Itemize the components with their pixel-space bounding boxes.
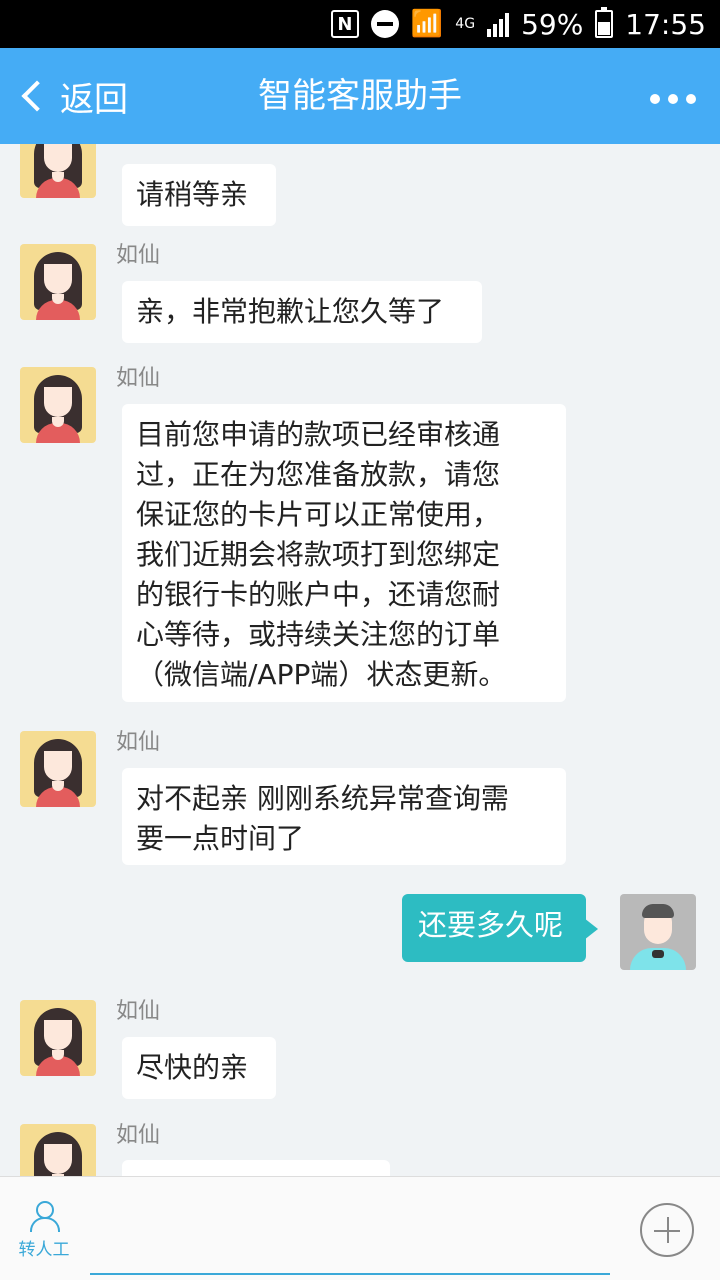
message-line: 的银行卡的账户中，还请您耐 [136,578,501,611]
input-bar: 转人工 [0,1176,720,1280]
page-title: 智能客服助手 [258,76,462,116]
user-message-bubble[interactable]: 还要多久呢 [402,894,598,962]
message-line: 心等待，或持续关注您的订单 [136,618,501,651]
agent-avatar[interactable] [20,1000,96,1076]
message-line: （微信端/APP端）状态更新。 [136,658,507,691]
status-bar: N 📶 4G 59% 17:55 [0,0,720,48]
dot-icon [686,94,696,104]
dot-icon [650,94,660,104]
message-input[interactable] [90,1273,610,1275]
more-options-button[interactable] [650,94,696,104]
sender-name: 如仙 [116,999,161,1024]
agent-avatar[interactable] [20,244,96,320]
plus-icon[interactable] [640,1203,694,1257]
agent-avatar[interactable] [20,144,96,198]
signal-icon [487,11,510,37]
message-bubble[interactable]: 请稍等亲 [122,164,276,226]
network-type-label: 4G [455,16,476,32]
message-bubble[interactable]: 尽快的亲 [122,1037,276,1099]
sender-name: 如仙 [116,243,161,268]
person-icon [27,1199,61,1233]
agent-avatar[interactable] [20,1124,96,1176]
battery-percentage: 59% [521,7,584,41]
clock: 17:55 [625,7,706,41]
message-bubble[interactable]: 对不起亲 刚刚系统异常查询需 要一点时间了 [122,768,566,865]
message-line: 过，正在为您准备放款，请您 [136,458,501,491]
sender-name: 如仙 [116,730,161,755]
message-line: 目前您申请的款项已经审核通 [136,418,501,451]
message-bubble[interactable]: 亲，非常抱歉让您久等了 [122,281,482,343]
wifi-icon: 📶 [410,9,444,39]
nfc-icon: N [330,10,359,38]
message-line: 我们近期会将款项打到您绑定 [136,538,501,571]
agent-avatar[interactable] [20,367,96,443]
message-line: 要一点时间了 [136,822,305,855]
agent-avatar[interactable] [20,731,96,807]
message-line: 对不起亲 刚刚系统异常查询需 [136,782,509,815]
title-bar: 返回 智能客服助手 [0,48,720,144]
do-not-disturb-icon [370,10,399,38]
chat-list[interactable]: 请稍等亲 如仙 亲，非常抱歉让您久等了 如仙 目前您申请的款项已经审核通 过，正… [0,144,720,1176]
message-bubble[interactable] [122,1160,390,1176]
dot-icon [668,94,678,104]
battery-icon [595,7,614,38]
message-bubble[interactable]: 目前您申请的款项已经审核通 过，正在为您准备放款，请您 保证您的卡片可以正常使用… [122,404,566,702]
sender-name: 如仙 [116,1123,161,1148]
sender-name: 如仙 [116,366,161,391]
transfer-to-agent-button[interactable]: 转人工 [12,1199,76,1263]
transfer-label: 转人工 [18,1240,70,1260]
user-avatar[interactable] [620,894,696,970]
message-line: 保证您的卡片可以正常使用， [136,498,501,531]
